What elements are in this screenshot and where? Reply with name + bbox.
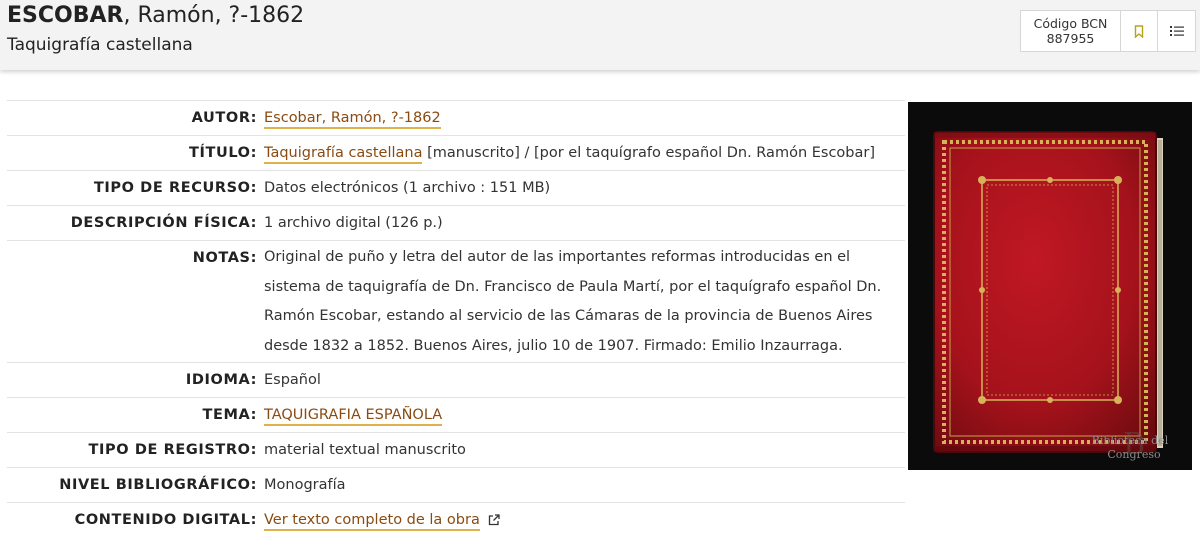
list-view-button[interactable] bbox=[1157, 10, 1196, 52]
bcn-code-value: 887955 bbox=[1046, 31, 1095, 46]
label-contenido: CONTENIDO DIGITAL: bbox=[74, 512, 257, 528]
row-contenido: CONTENIDO DIGITAL: Ver texto completo de… bbox=[7, 503, 905, 538]
label-tipo-recurso: TIPO DE RECURSO: bbox=[93, 180, 257, 196]
value-nivel: Monografía bbox=[264, 477, 346, 493]
record-details: AUTOR: Escobar, Ramón, ?-1862 TÍTULO: Ta… bbox=[7, 100, 905, 538]
author-surname: ESCOBAR bbox=[7, 3, 124, 28]
value-notas: Original de puño y letra del autor de la… bbox=[264, 249, 882, 354]
bookmark-icon bbox=[1134, 24, 1144, 38]
external-link-icon[interactable] bbox=[488, 514, 500, 526]
watermark-emblem: B bbox=[1123, 427, 1145, 462]
row-nivel: NIVEL BIBLIOGRÁFICO: Monografía bbox=[7, 468, 905, 503]
row-tema: TEMA: TAQUIGRAFIA ESPAÑOLA bbox=[7, 398, 905, 433]
value-descripcion: 1 archivo digital (126 p.) bbox=[264, 215, 443, 231]
titulo-rest: [manuscrito] / [por el taquígrafo españo… bbox=[422, 145, 876, 161]
bcn-code-box: Código BCN 887955 bbox=[1020, 10, 1121, 52]
bcn-code-label: Código BCN bbox=[1033, 16, 1108, 31]
list-icon bbox=[1169, 26, 1184, 36]
label-descripcion: DESCRIPCIÓN FÍSICA: bbox=[70, 215, 257, 231]
bookmark-button[interactable] bbox=[1120, 10, 1158, 52]
label-nivel: NIVEL BIBLIOGRÁFICO: bbox=[59, 477, 257, 493]
titulo-link[interactable]: Taquigrafía castellana bbox=[264, 145, 423, 164]
tema-link[interactable]: TAQUIGRAFIA ESPAÑOLA bbox=[264, 407, 443, 426]
label-tipo-registro: TIPO DE REGISTRO: bbox=[88, 442, 257, 458]
row-tipo-registro: TIPO DE REGISTRO: material textual manus… bbox=[7, 433, 905, 468]
label-notas: NOTAS: bbox=[192, 250, 257, 266]
page-subtitle: Taquigrafía castellana bbox=[7, 35, 193, 55]
label-autor: AUTOR: bbox=[191, 110, 257, 126]
label-titulo: TÍTULO: bbox=[189, 145, 257, 161]
autor-link[interactable]: Escobar, Ramón, ?-1862 bbox=[264, 110, 441, 129]
value-tipo-recurso: Datos electrónicos (1 archivo : 151 MB) bbox=[264, 180, 551, 196]
author-name-rest: , Ramón, ?-1862 bbox=[123, 3, 305, 28]
book-cover-illustration: Biblioteca del Congreso B bbox=[908, 102, 1192, 470]
row-autor: AUTOR: Escobar, Ramón, ?-1862 bbox=[7, 101, 905, 136]
value-tipo-registro: material textual manuscrito bbox=[264, 442, 466, 458]
record-header: ESCOBAR, Ramón, ?-1862 Taquigrafía caste… bbox=[0, 0, 1200, 70]
cover-image[interactable]: Biblioteca del Congreso B bbox=[908, 102, 1192, 470]
row-titulo: TÍTULO: Taquigrafía castellana [manuscri… bbox=[7, 136, 905, 171]
row-idioma: IDIOMA: Español bbox=[7, 363, 905, 398]
row-tipo-recurso: TIPO DE RECURSO: Datos electrónicos (1 a… bbox=[7, 171, 905, 206]
row-notas: NOTAS: Original de puño y letra del auto… bbox=[7, 241, 905, 363]
full-text-link[interactable]: Ver texto completo de la obra bbox=[264, 512, 480, 531]
row-descripcion: DESCRIPCIÓN FÍSICA: 1 archivo digital (1… bbox=[7, 206, 905, 241]
label-tema: TEMA: bbox=[202, 407, 257, 423]
label-idioma: IDIOMA: bbox=[185, 372, 257, 388]
page-title: ESCOBAR, Ramón, ?-1862 bbox=[7, 3, 304, 28]
value-idioma: Español bbox=[264, 372, 321, 388]
